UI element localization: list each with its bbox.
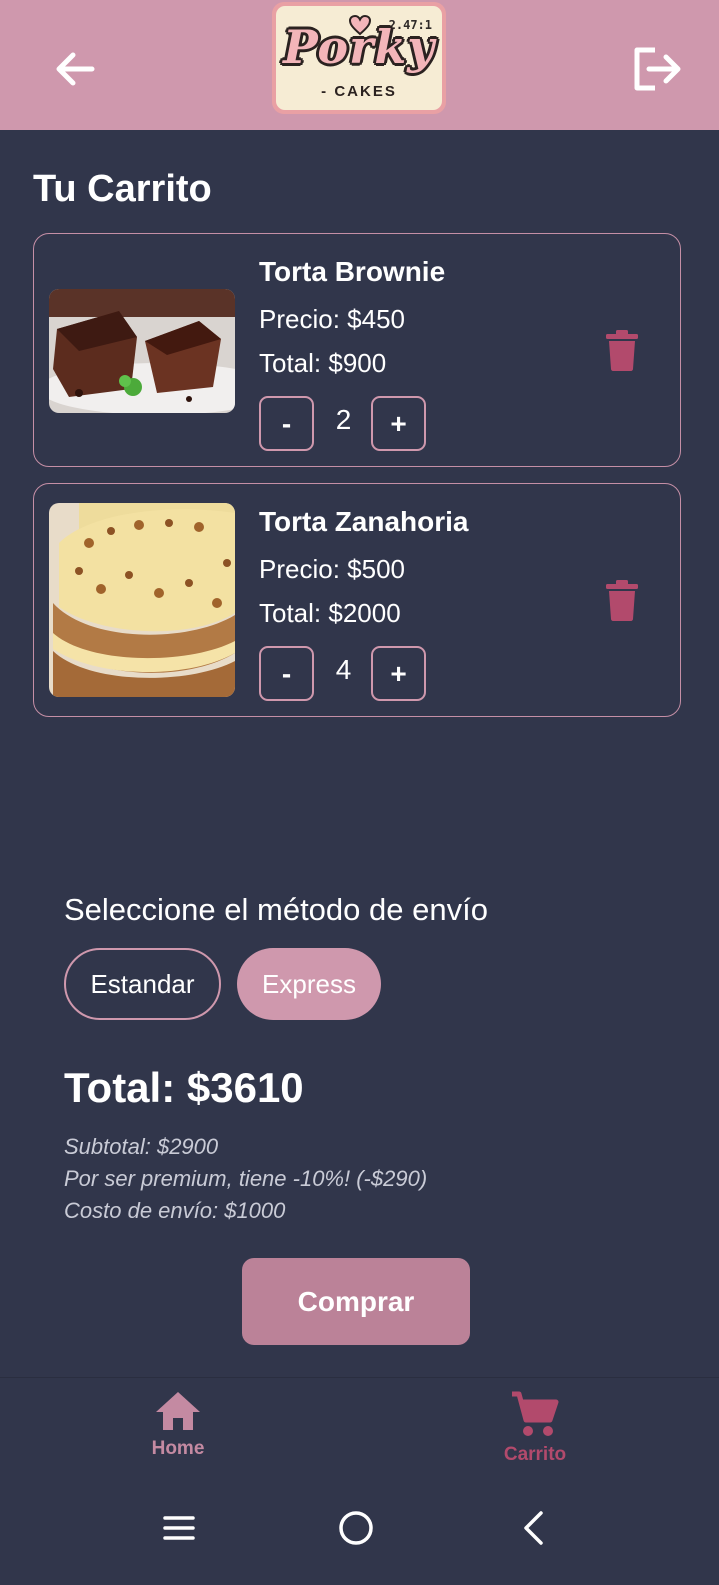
buy-button[interactable]: Comprar (242, 1258, 470, 1345)
quantity-value: 4 (335, 654, 352, 685)
order-total: Total: $3610 (64, 1064, 304, 1111)
nav-home-label: Home (151, 1438, 205, 1459)
item-name: Torta Brownie (259, 256, 446, 287)
system-navigation-bar (0, 1473, 719, 1585)
back-button[interactable] (48, 42, 102, 96)
cart-icon (512, 1391, 559, 1436)
menu-icon (163, 1516, 195, 1540)
increase-quantity-button[interactable]: + (371, 396, 426, 451)
logo-subtitle: - CAKES (321, 83, 397, 100)
chevron-left-icon (524, 1511, 543, 1545)
system-menu-button[interactable] (154, 1503, 204, 1553)
item-total: Total: $2000 (259, 598, 401, 628)
increase-quantity-button[interactable]: + (371, 646, 426, 701)
brownie-cake-photo (49, 289, 235, 413)
cart-item-brownie: Torta Brownie Precio: $450 Total: $900 -… (33, 233, 681, 467)
arrow-left-icon (56, 52, 95, 86)
bottom-navigation: Home Carrito (0, 1377, 719, 1473)
quantity-value: 2 (335, 404, 352, 435)
item-price: Precio: $500 (259, 554, 405, 584)
decrease-quantity-button[interactable]: - (259, 646, 314, 701)
item-name: Torta Zanahoria (259, 506, 469, 537)
shipping-option-express[interactable]: Express (237, 948, 381, 1020)
premium-discount-text: Por ser premium, tiene -10%! (-$290) (64, 1166, 428, 1191)
cart-item-zanahoria: Torta Zanahoria Precio: $500 Total: $200… (33, 483, 681, 717)
nav-carrito-label: Carrito (503, 1444, 567, 1465)
system-back-button[interactable] (508, 1503, 558, 1553)
shipping-option-estandar[interactable]: Estandar (64, 948, 221, 1020)
logout-button[interactable] (631, 42, 685, 96)
porky-cakes-logo: 2.47:1 Porky - CAKES (272, 2, 446, 114)
circle-home-icon (339, 1511, 373, 1545)
shipping-method-title: Seleccione el método de envío (64, 892, 488, 927)
trash-icon[interactable] (604, 329, 640, 371)
decrease-quantity-button[interactable]: - (259, 396, 314, 451)
trash-icon[interactable] (604, 579, 640, 621)
nav-home[interactable]: Home (108, 1390, 248, 1460)
subtotal-text: Subtotal: $2900 (64, 1134, 219, 1159)
system-home-button[interactable] (331, 1503, 381, 1553)
logo-word: Porky (283, 20, 435, 74)
item-total: Total: $900 (259, 348, 387, 378)
item-price: Precio: $450 (259, 304, 405, 334)
nav-carrito[interactable]: Carrito (465, 1390, 605, 1466)
page-title: Tu Carrito (33, 168, 212, 210)
home-icon (156, 1392, 200, 1430)
logout-icon (634, 47, 681, 91)
shipping-cost-text: Costo de envío: $1000 (64, 1198, 286, 1223)
app-header: 2.47:1 Porky - CAKES (0, 0, 719, 130)
carrot-cake-photo (49, 503, 235, 697)
